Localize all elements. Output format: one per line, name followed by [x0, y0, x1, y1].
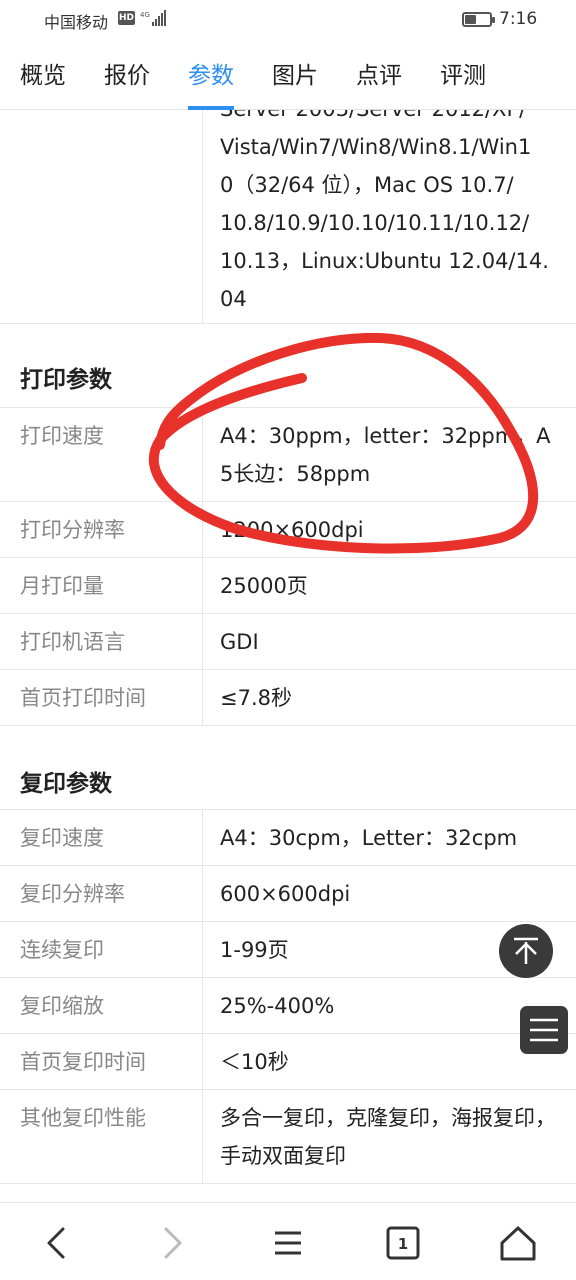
- tabs-icon: 1: [386, 1226, 420, 1260]
- tabs-button[interactable]: 1: [381, 1221, 425, 1265]
- scroll-top-icon: [514, 937, 538, 964]
- spec-value: ≤7.8秒: [220, 686, 292, 710]
- spec-row: 复印速度 A4：30cpm，Letter：32cpm: [0, 810, 576, 866]
- section-title-print: 打印参数: [20, 367, 112, 393]
- spec-key: 打印分辨率: [20, 518, 125, 542]
- spec-value-os: Server 2003/Server 2012/XP/ Vista/Win7/W…: [220, 110, 549, 311]
- spec-row: 连续复印 1-99页: [0, 922, 576, 978]
- section-copy: 复印参数: [0, 726, 576, 810]
- spec-table[interactable]: Server 2003/Server 2012/XP/ Vista/Win7/W…: [0, 110, 576, 1202]
- spec-value: 多合一复印，克隆复印，海报复印，手动双面复印: [220, 1106, 556, 1168]
- spec-value: 25000页: [220, 574, 308, 598]
- spec-value: 1200×600dpi: [220, 518, 364, 542]
- spec-row: 首页打印时间 ≤7.8秒: [0, 670, 576, 726]
- hd-badge: HD: [118, 11, 135, 25]
- spec-value: A4：30ppm，letter：32ppm，A5长边：58ppm: [220, 424, 551, 486]
- carrier-label: 中国移动: [44, 13, 109, 32]
- spec-key: 首页复印时间: [20, 1050, 146, 1074]
- spec-value: 600×600dpi: [220, 882, 351, 906]
- spec-key: 复印分辨率: [20, 882, 125, 906]
- network-type: 4G: [140, 11, 150, 19]
- clock: 7:16: [499, 9, 538, 29]
- tab-price[interactable]: 报价: [104, 56, 150, 110]
- section-tabs: 概览 报价 参数 图片 点评 评测: [0, 40, 576, 110]
- spec-row: 打印速度 A4：30ppm，letter：32ppm，A5长边：58ppm: [0, 408, 576, 502]
- scroll-top-button[interactable]: [499, 924, 553, 978]
- section-title-copy: 复印参数: [20, 771, 112, 797]
- home-icon: [500, 1226, 536, 1261]
- spec-row: 复印分辨率 600×600dpi: [0, 866, 576, 922]
- spec-row: 复印缩放 25%-400%: [0, 978, 576, 1034]
- back-button[interactable]: [35, 1221, 79, 1265]
- spec-value: ＜10秒: [220, 1050, 289, 1074]
- spec-row: 打印分辨率 1200×600dpi: [0, 502, 576, 558]
- tab-photos[interactable]: 图片: [272, 56, 318, 110]
- spec-key: 月打印量: [20, 574, 104, 598]
- spec-row: 首页复印时间 ＜10秒: [0, 1034, 576, 1090]
- page-menu-button[interactable]: [520, 1006, 568, 1054]
- spec-row: 打印机语言 GDI: [0, 614, 576, 670]
- tab-reviews[interactable]: 点评: [356, 56, 402, 110]
- spec-row: 其他复印性能 多合一复印，克隆复印，海报复印，手动双面复印: [0, 1090, 576, 1184]
- spec-row-os: Server 2003/Server 2012/XP/ Vista/Win7/W…: [0, 110, 576, 324]
- spec-key: 复印速度: [20, 826, 104, 850]
- tab-evaluation[interactable]: 评测: [440, 56, 486, 110]
- battery-icon: [462, 12, 495, 27]
- spec-value: 25%-400%: [220, 994, 335, 1018]
- spec-key: 打印速度: [20, 424, 104, 448]
- menu-icon: [275, 1231, 301, 1255]
- signal-icon: 4G: [140, 10, 166, 26]
- tab-overview[interactable]: 概览: [20, 56, 66, 110]
- status-bar: 中国移动 HD 4G 7:16: [0, 0, 576, 40]
- browser-bottom-bar: 1: [0, 1202, 576, 1280]
- forward-icon: [164, 1227, 182, 1259]
- spec-key: 连续复印: [20, 938, 104, 962]
- spec-key: 首页打印时间: [20, 686, 146, 710]
- hamburger-icon: [530, 1018, 558, 1042]
- tab-params[interactable]: 参数: [188, 56, 234, 110]
- menu-button[interactable]: [266, 1221, 310, 1265]
- spec-key: 其他复印性能: [20, 1106, 146, 1130]
- spec-row: 月打印量 25000页: [0, 558, 576, 614]
- back-icon: [47, 1227, 65, 1259]
- tab-count: 1: [398, 1235, 408, 1253]
- section-print: 打印参数: [0, 324, 576, 408]
- spec-key: 复印缩放: [20, 994, 104, 1018]
- spec-value: GDI: [220, 630, 259, 654]
- home-button[interactable]: [496, 1221, 540, 1265]
- spec-key: 打印机语言: [20, 630, 125, 654]
- spec-value: A4：30cpm，Letter：32cpm: [220, 826, 518, 850]
- forward-button[interactable]: [150, 1221, 194, 1265]
